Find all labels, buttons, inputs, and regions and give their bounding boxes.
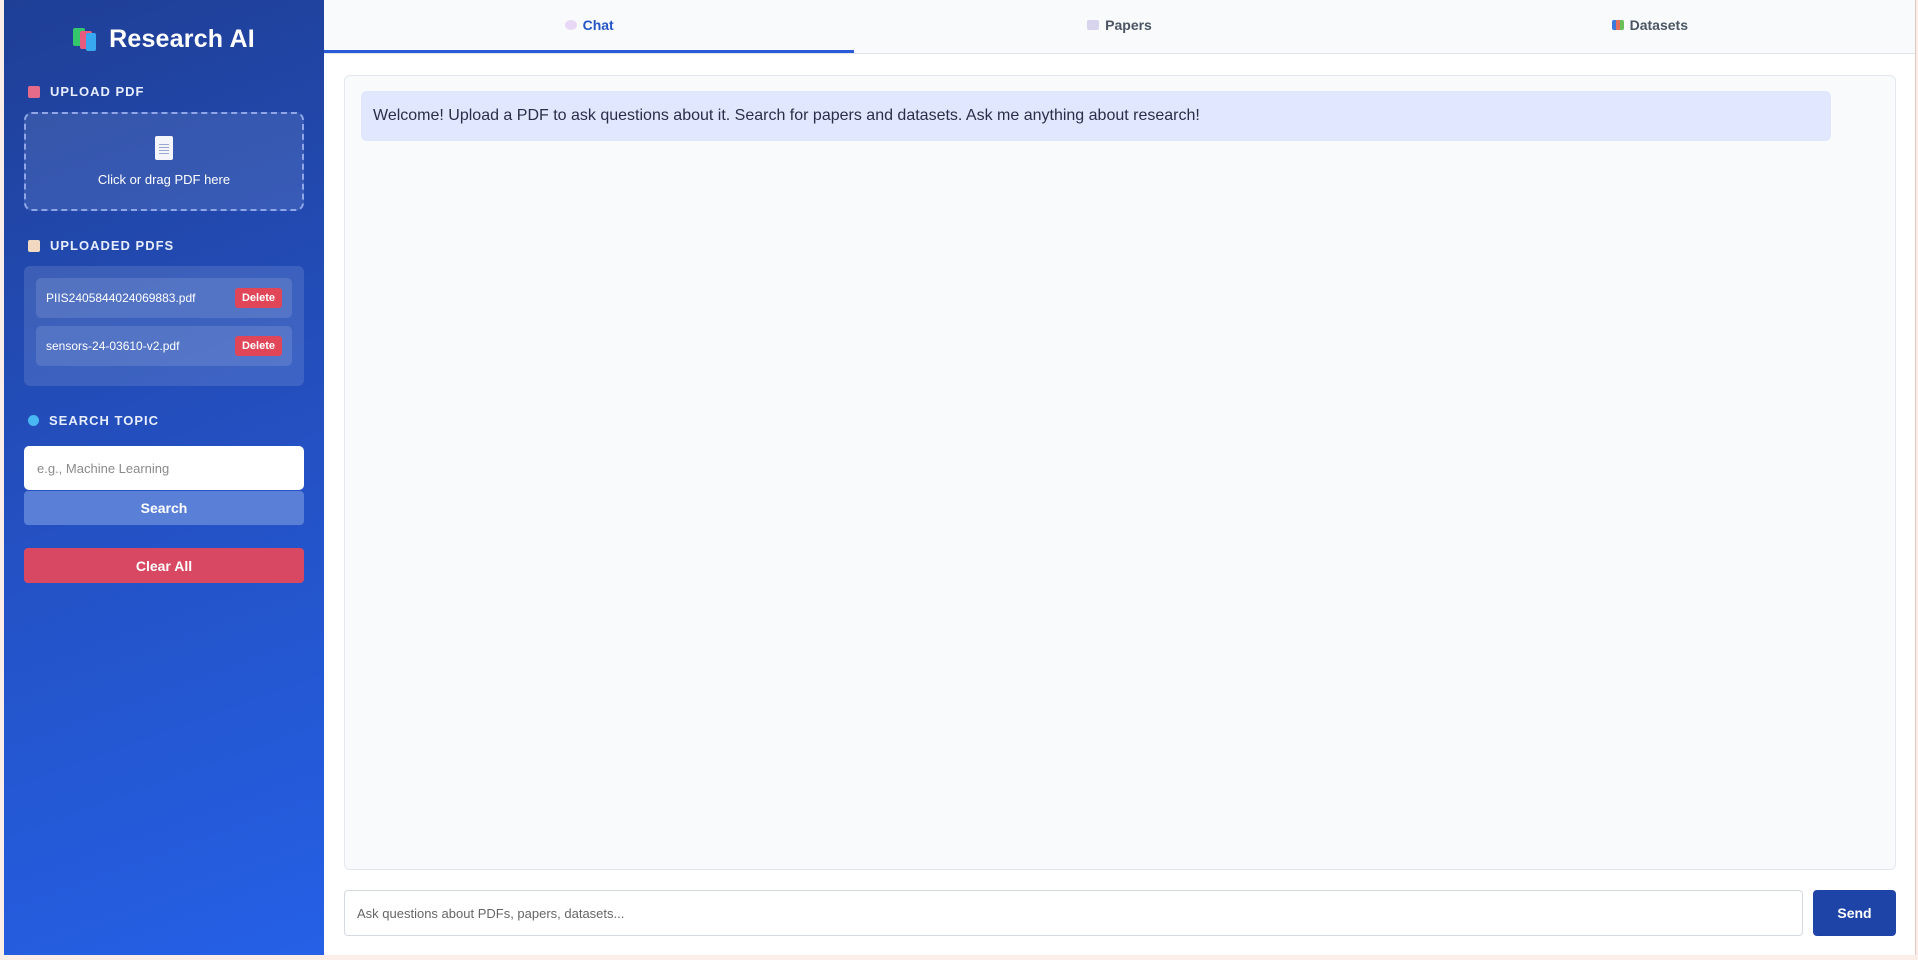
sidebar: Research AI Upload PDF Click or drag PDF… (4, 0, 324, 955)
tab-papers[interactable]: Papers (854, 0, 1384, 53)
document-icon (155, 136, 173, 160)
chat-input[interactable] (344, 890, 1803, 936)
document-icon (1087, 19, 1100, 30)
search-topic-input[interactable] (24, 446, 304, 490)
books-icon (73, 28, 99, 51)
main-panel: Chat Papers Datasets Welcome! Upload a P… (324, 0, 1915, 955)
app-window: Research AI Upload PDF Click or drag PDF… (4, 0, 1916, 955)
tab-label: Chat (582, 16, 614, 33)
tab-bar: Chat Papers Datasets (324, 0, 1915, 54)
pdf-dropzone[interactable]: Click or drag PDF here (24, 112, 304, 211)
brand-title: Research AI (109, 24, 255, 53)
tab-datasets[interactable]: Datasets (1385, 0, 1915, 53)
uploaded-section-label: Uploaded PDFs (50, 238, 175, 253)
bar-chart-icon (1611, 19, 1624, 30)
list-item[interactable]: PIIS2405844024069883.pdf Delete (36, 278, 292, 318)
list-item[interactable]: sensors-24-03610-v2.pdf Delete (36, 326, 292, 366)
speech-bubble-icon (564, 19, 577, 30)
uploaded-section-title: Uploaded PDFs (28, 238, 174, 253)
brand: Research AI (24, 0, 304, 78)
magnifier-icon (28, 415, 39, 426)
inbox-icon (28, 85, 40, 98)
chat-messages[interactable]: Welcome! Upload a PDF to ask questions a… (344, 75, 1896, 870)
upload-section-label: Upload PDF (50, 84, 145, 99)
welcome-message: Welcome! Upload a PDF to ask questions a… (361, 91, 1831, 141)
delete-pdf-button[interactable]: Delete (234, 288, 282, 308)
clipboard-icon (28, 239, 40, 252)
send-button[interactable]: Send (1813, 890, 1896, 936)
search-button[interactable]: Search (24, 491, 304, 525)
uploaded-pdf-list: PIIS2405844024069883.pdf Delete sensors-… (24, 266, 304, 386)
upload-section-title: Upload PDF (28, 84, 145, 99)
tab-label: Papers (1105, 16, 1152, 33)
tab-label: Datasets (1629, 16, 1688, 33)
search-section-title: Search Topic (28, 413, 159, 428)
search-section-label: Search Topic (49, 413, 159, 428)
clear-all-button[interactable]: Clear All (24, 548, 304, 583)
dropzone-text: Click or drag PDF here (97, 172, 231, 187)
pdf-name: PIIS2405844024069883.pdf (46, 291, 196, 305)
chat-composer: Send (344, 890, 1896, 936)
pdf-name: sensors-24-03610-v2.pdf (46, 339, 180, 353)
tab-chat[interactable]: Chat (324, 0, 855, 53)
delete-pdf-button[interactable]: Delete (234, 336, 282, 356)
